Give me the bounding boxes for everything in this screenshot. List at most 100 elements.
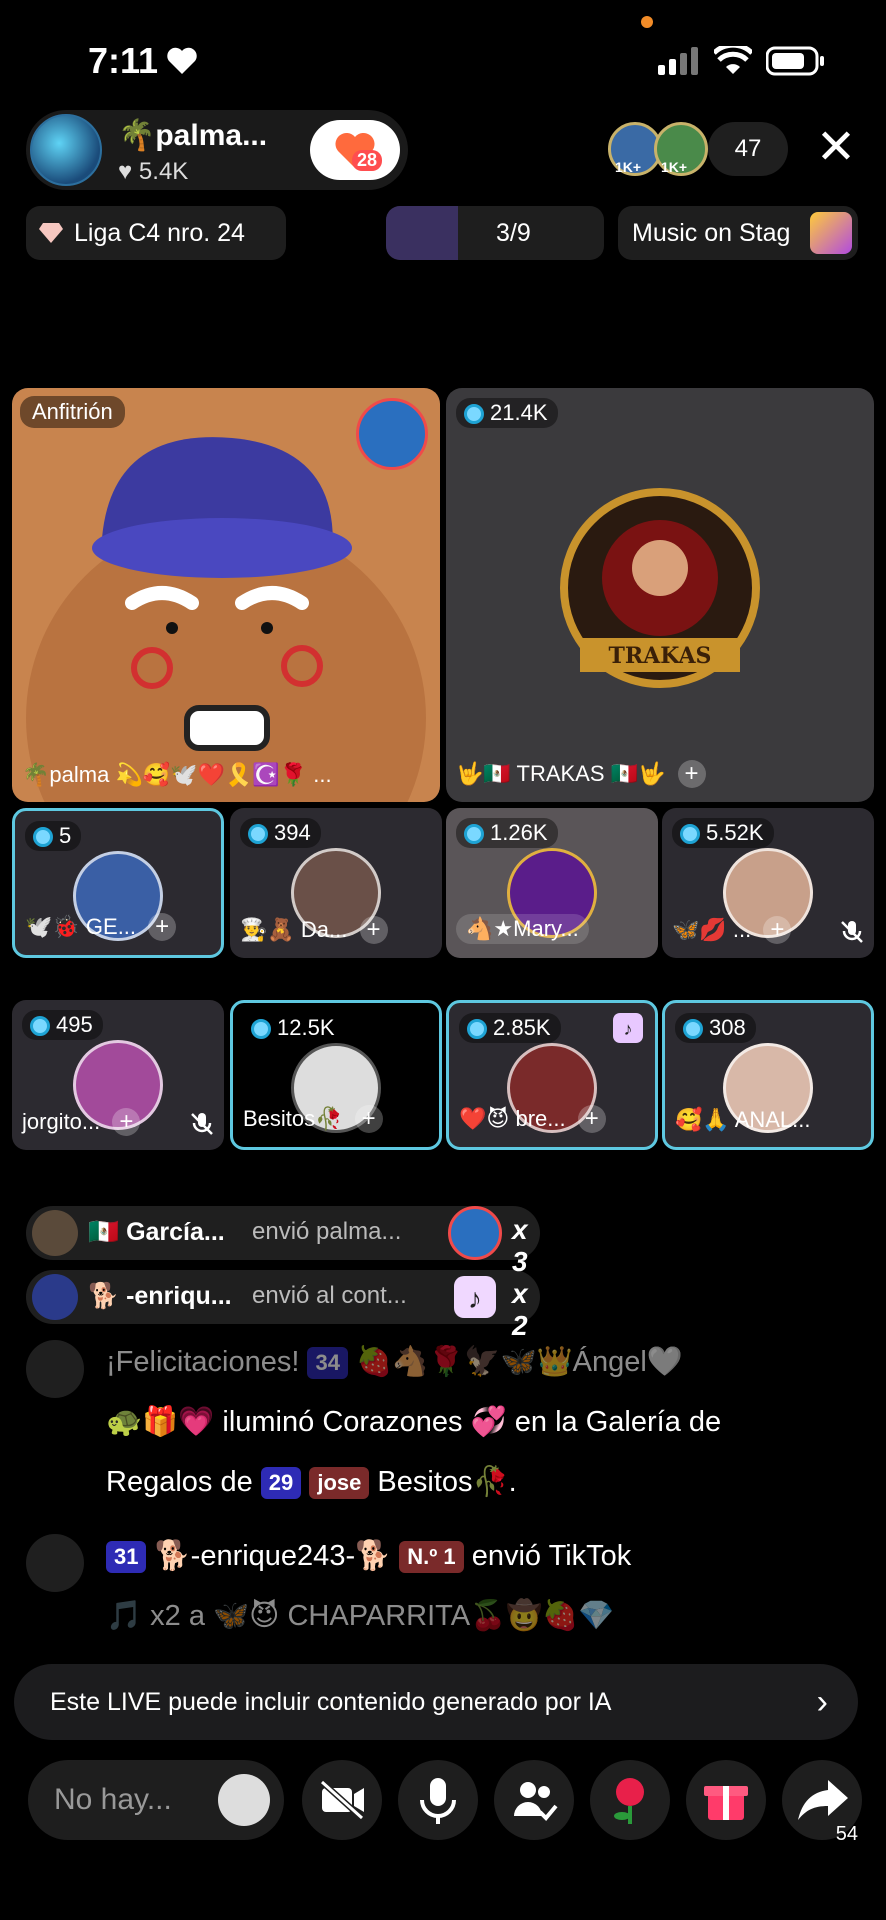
level-badge: 34 (307, 1347, 348, 1380)
svg-text:♪: ♪ (468, 1283, 482, 1314)
recording-indicator (641, 16, 653, 28)
add-guest-button[interactable]: + (112, 1108, 141, 1136)
gift-action: envió al cont... (252, 1282, 407, 1309)
gift-box-icon (26, 1340, 84, 1398)
league-label: Liga C4 nro. 24 (74, 219, 245, 247)
host-mini-avatar[interactable] (356, 398, 428, 470)
share-count: 54 (835, 1823, 858, 1845)
sender-avatar (32, 1274, 78, 1320)
microphone-icon (420, 1778, 456, 1824)
fan-club-count: 28 (352, 150, 383, 171)
add-guest-button[interactable]: + (359, 916, 388, 944)
host-badge: Anfitrión (20, 396, 125, 428)
guest-tile[interactable]: 12.5K Besitos🥀 + (230, 1000, 442, 1150)
palm-tree-icon: 🌴 (118, 119, 156, 152)
host-avatar[interactable] (30, 114, 102, 186)
chat-message: ¡Felicitaciones! 34 🍓🐴🌹🦅🦋👑Ángel🤍 🐢🎁💗 ilu… (26, 1332, 866, 1502)
tiktok-gift-icon: ♪ (613, 1013, 643, 1043)
coin-icon (464, 404, 484, 424)
gift-multiplier: x 3 (512, 1214, 528, 1277)
ai-content-banner[interactable]: Este LIVE puede incluir contenido genera… (14, 1664, 858, 1740)
gift-box-icon (26, 1534, 84, 1592)
follow-button[interactable]: 28 (310, 120, 400, 180)
guest-tile[interactable]: 1.26K 🐴★Mary... (446, 808, 658, 958)
user-name: Ángel (572, 1346, 647, 1378)
coin-icon (683, 1019, 703, 1039)
tiktok-gift-icon: ♪ (454, 1276, 496, 1318)
guest-name: ... (732, 917, 752, 942)
fan-badge: jose (309, 1467, 370, 1500)
guest-score: 5 (59, 823, 72, 848)
comment-placeholder: No hay... (54, 1783, 172, 1816)
coin-icon (467, 1019, 487, 1039)
ranking-chip[interactable]: 3/9 (386, 206, 604, 260)
coin-icon (251, 1019, 271, 1039)
add-guest-button[interactable]: + (577, 1105, 606, 1133)
guest-tile[interactable]: 5 🕊️🐞 GE... + (12, 808, 224, 958)
guests-button[interactable] (494, 1760, 574, 1840)
user-name: -enrique243- (190, 1540, 356, 1572)
gift-button[interactable] (686, 1760, 766, 1840)
gift-recipient-avatar (448, 1206, 502, 1260)
sender-avatar (32, 1210, 78, 1256)
guest-score: 2.85K (493, 1015, 551, 1040)
ranking-value: 3/9 (496, 219, 531, 247)
rose-gift-button[interactable] (590, 1760, 670, 1840)
add-guest-button[interactable]: + (148, 913, 177, 941)
host-video-tile[interactable]: Anfitrión 🌴palma 💫🥰🕊️❤️🎗️☪️🌹 ... (12, 388, 440, 802)
coin-icon (680, 824, 700, 844)
coin-icon (33, 827, 53, 847)
host-name: palma... (155, 119, 268, 152)
guest-tile-trakas[interactable]: 21.4K TRAKAS 🤟🇲🇽 TRAKAS 🇲🇽🤟 + (446, 388, 874, 802)
share-button[interactable]: 54 (782, 1760, 862, 1845)
host-info-pill[interactable]: 🌴palma... ♥ 5.4K 28 (26, 110, 408, 190)
add-guest-button[interactable]: + (677, 760, 706, 788)
viewer-count[interactable]: 47 (708, 122, 788, 176)
chevron-right-icon: › (816, 1683, 828, 1721)
guest-score: 12.5K (277, 1015, 335, 1040)
guest-tile[interactable]: 308 🥰🙏 ANAL... (662, 1000, 874, 1150)
add-guest-button[interactable]: + (354, 1105, 383, 1133)
status-bar: 7:11 (0, 0, 886, 110)
comment-input[interactable]: No hay... (28, 1760, 284, 1840)
bottom-toolbar: No hay... 54 (0, 1760, 886, 1845)
guest-name: GE... (85, 914, 137, 939)
signal-icon (658, 47, 698, 75)
level-badge: 29 (260, 1467, 302, 1500)
emoji-icon[interactable] (218, 1774, 270, 1826)
users-icon (514, 1782, 558, 1821)
close-button[interactable]: ✕ (810, 122, 862, 174)
sender-name: -enriqu... (126, 1282, 232, 1310)
mic-muted-icon (191, 1113, 213, 1135)
league-chip[interactable]: Liga C4 nro. 24 (26, 206, 286, 260)
viewer-avatar[interactable]: 1K+ (654, 122, 708, 176)
coin-icon (248, 824, 268, 844)
status-icons (658, 46, 826, 76)
svg-text:♪: ♪ (624, 1019, 633, 1039)
camera-off-button[interactable] (302, 1760, 382, 1840)
top-viewers[interactable]: 1K+ 1K+ 47 (608, 122, 788, 178)
guest-tile[interactable]: 394 👨‍🍳🧸 Da... + (230, 808, 442, 958)
guest-tile[interactable]: 5.52K 🦋💋 ... + (662, 808, 874, 958)
guest-name: Besitos (243, 1106, 316, 1131)
coin-icon (464, 824, 484, 844)
guest-score: 21.4K (490, 400, 548, 425)
music-on-stage-chip[interactable]: Music on Stag (618, 206, 858, 260)
palm-tree-icon: 🌴 (22, 762, 50, 787)
guest-name: ★Mary... (493, 916, 579, 941)
guest-score: 394 (274, 820, 311, 845)
message-text: envió TikTok (471, 1540, 632, 1572)
guest-score: 5.52K (706, 820, 764, 845)
guest-name: bre... (515, 1106, 566, 1131)
guest-tile[interactable]: 2.85K ♪ ❤️😈 bre... + (446, 1000, 658, 1150)
coin-icon (30, 1016, 50, 1036)
guest-tile[interactable]: 495 jorgito... + (12, 1000, 224, 1150)
heart-icon: ♥ (118, 158, 133, 185)
guest-score: 308 (709, 1015, 746, 1040)
guest-score: 495 (56, 1012, 93, 1037)
add-guest-button[interactable]: + (763, 916, 792, 944)
heart-icon (167, 47, 197, 74)
clock: 7:11 (88, 40, 159, 81)
microphone-button[interactable] (398, 1760, 478, 1840)
guest-score: 1.26K (490, 820, 548, 845)
